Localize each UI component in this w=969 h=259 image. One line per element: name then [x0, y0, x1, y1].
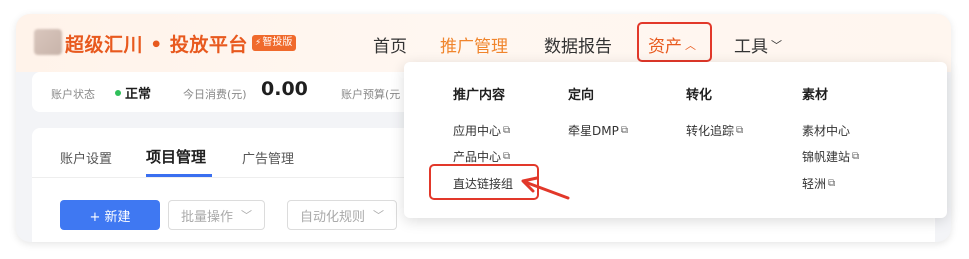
assets-dropdown-menu: 推广内容 定向 转化 素材 应用中心 ⧉ 产品中心 ⧉ 直达链接组 牵星DMP ⧉ 转…	[404, 62, 947, 218]
external-link-icon: ⧉	[503, 125, 511, 136]
external-link-icon: ⧉	[852, 151, 860, 162]
menu-item-conversion-tracking-label: 转化追踪	[686, 124, 735, 138]
account-status-label: 账户状态	[51, 88, 95, 101]
tab-project-management[interactable]: 项目管理	[146, 146, 206, 167]
nav-home[interactable]: 首页	[373, 32, 407, 57]
menu-item-qianxing-dmp[interactable]: 牵星DMP ⧉	[568, 122, 628, 139]
batch-operation-select[interactable]: 批量操作 ﹀	[168, 200, 266, 230]
external-link-icon: ⧉	[828, 178, 836, 189]
external-link-icon: ⧉	[620, 125, 628, 136]
menu-col-material: 素材	[802, 88, 829, 103]
automation-rules-label: 自动化规则	[300, 209, 366, 225]
batch-operation-label: 批量操作	[181, 209, 234, 225]
logo-icon	[34, 29, 62, 55]
account-status-value: 正常	[125, 87, 152, 102]
budget-label: 账户预算(元	[341, 88, 401, 101]
nav-reports-label: 数据报告	[544, 37, 612, 57]
menu-item-product-center[interactable]: 产品中心 ⧉	[453, 148, 510, 165]
bolt-icon: ⚡	[255, 38, 262, 48]
nav-home-label: 首页	[373, 37, 407, 57]
menu-item-product-center-label: 产品中心	[453, 150, 502, 164]
menu-item-jinfan-site[interactable]: 锦帆建站 ⧉	[802, 148, 859, 165]
menu-item-conversion-tracking[interactable]: 转化追踪 ⧉	[686, 122, 743, 139]
nav-tools-label: 工具	[734, 37, 768, 57]
external-link-icon: ⧉	[503, 151, 511, 162]
menu-item-qingzhou[interactable]: 轻洲 ⧉	[802, 175, 835, 192]
nav-tools[interactable]: 工具 ﹀	[734, 32, 782, 57]
external-link-icon: ⧉	[736, 125, 744, 136]
menu-col-conversion: 转化	[686, 88, 713, 103]
direct-link-highlight-box	[429, 164, 539, 200]
assets-highlight-box	[637, 22, 712, 62]
nav-promotion[interactable]: 推广管理	[440, 32, 508, 57]
edition-badge: ⚡ 智投版	[252, 35, 297, 51]
chevron-down-icon: ﹀	[373, 209, 385, 222]
today-spend-label: 今日消费(元)	[183, 88, 247, 101]
chevron-down-icon: ﹀	[771, 38, 782, 52]
menu-item-app-center-label: 应用中心	[453, 124, 502, 138]
menu-item-material-center-label: 素材中心	[802, 124, 851, 138]
menu-item-jinfan-site-label: 锦帆建站	[802, 150, 851, 164]
tab-account-settings[interactable]: 账户设置	[60, 148, 112, 167]
automation-rules-select[interactable]: 自动化规则 ﹀	[287, 200, 398, 230]
menu-item-qingzhou-label: 轻洲	[802, 177, 827, 191]
status-dot-icon	[115, 90, 121, 96]
menu-item-app-center[interactable]: 应用中心 ⧉	[453, 122, 510, 139]
today-spend-value: 0.00	[261, 78, 308, 100]
nav-reports[interactable]: 数据报告	[544, 32, 612, 57]
new-button-label: + 新建	[89, 209, 131, 225]
chevron-down-icon: ﹀	[241, 209, 253, 222]
menu-col-promotion-content: 推广内容	[453, 88, 506, 103]
new-button[interactable]: + 新建	[60, 200, 160, 230]
brand-title: 超级汇川 • 投放平台	[65, 34, 248, 56]
menu-item-qianxing-dmp-label: 牵星DMP	[568, 124, 619, 138]
menu-col-targeting: 定向	[568, 88, 595, 103]
tab-ad-management[interactable]: 广告管理	[242, 148, 294, 167]
edition-badge-label: 智投版	[262, 37, 293, 48]
menu-item-material-center[interactable]: 素材中心	[802, 122, 850, 139]
nav-promotion-label: 推广管理	[440, 37, 508, 57]
